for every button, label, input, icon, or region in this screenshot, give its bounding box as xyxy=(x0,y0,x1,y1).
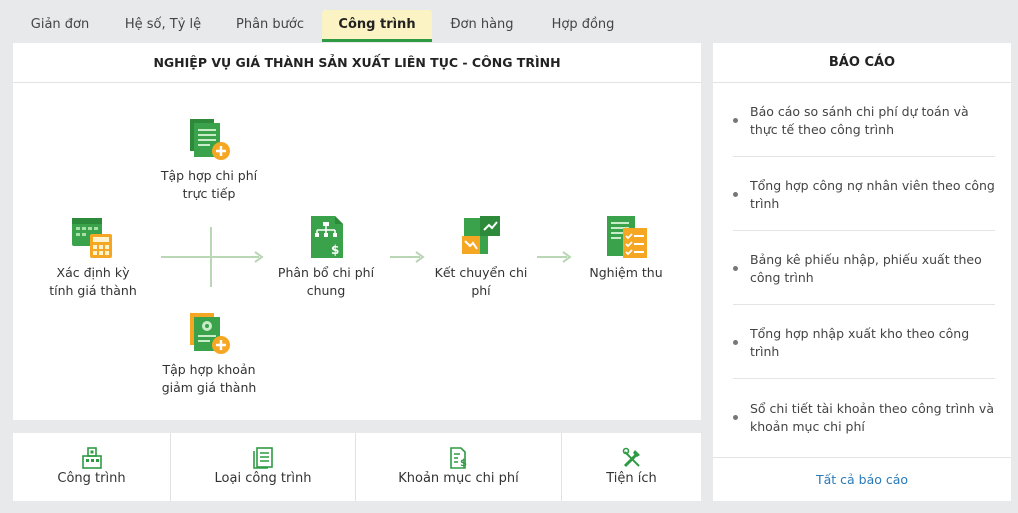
tab-phan-buoc[interactable]: Phân bước xyxy=(224,10,316,40)
divider xyxy=(733,304,995,305)
report-label: Tổng hợp công nợ nhân viên theo công trì… xyxy=(750,178,995,211)
tab-don-hang[interactable]: Đơn hàng xyxy=(440,10,524,40)
report-link[interactable]: Tổng hợp công nợ nhân viên theo công trì… xyxy=(733,177,995,213)
node-phan-bo-chi-phi[interactable]: $ Phân bổ chi phí chung xyxy=(276,214,376,300)
shortcut-label: Tiện ích xyxy=(606,471,657,486)
bullet xyxy=(733,340,738,345)
tools-icon xyxy=(622,447,640,468)
node-label: Kết chuyển chi phí xyxy=(434,265,528,298)
divider xyxy=(733,230,995,231)
process-flow-panel: NGHIỆP VỤ GIÁ THÀNH SẢN XUẤT LIÊN TỤC - … xyxy=(13,43,701,420)
calendar-calculator-icon xyxy=(72,218,112,258)
allocation-dollar-icon: $ xyxy=(311,216,343,258)
report-title: BÁO CÁO xyxy=(713,43,1011,83)
document-list-icon xyxy=(253,447,273,469)
svg-text:$: $ xyxy=(331,243,339,257)
node-xac-dinh-ky[interactable]: Xác định kỳ tính giá thành xyxy=(43,214,143,300)
building-icon xyxy=(81,447,102,469)
arrow-right-icon xyxy=(254,251,264,263)
all-reports-link[interactable]: Tất cả báo cáo xyxy=(713,457,1011,502)
node-label: Tập hợp khoản giảm giá thành xyxy=(161,362,257,395)
connector xyxy=(210,227,212,287)
node-label: Tập hợp chi phí trực tiếp xyxy=(160,168,258,201)
checklist-icon xyxy=(607,216,647,258)
tab-bar: Giản đơn Hệ số, Tỷ lệ Phân bước Công trì… xyxy=(0,0,1018,42)
shortcut-bar: Công trình Loại công trình $ Khoản mục c… xyxy=(13,433,701,501)
flow-title: NGHIỆP VỤ GIÁ THÀNH SẢN XUẤT LIÊN TỤC - … xyxy=(13,43,701,83)
arrow-right-icon xyxy=(415,251,425,263)
tab-hop-dong[interactable]: Hợp đồng xyxy=(538,10,628,40)
tab-gian-don[interactable]: Giản đơn xyxy=(18,10,102,40)
divider xyxy=(733,156,995,157)
node-nghiem-thu[interactable]: Nghiệm thu xyxy=(576,214,676,282)
report-label: Sổ chi tiết tài khoản theo công trình và… xyxy=(750,401,994,434)
documents-add-icon xyxy=(190,119,230,160)
node-label: Xác định kỳ tính giá thành xyxy=(49,265,137,298)
bullet xyxy=(733,118,738,123)
node-tap-hop-chi-phi[interactable]: Tập hợp chi phí trực tiếp xyxy=(159,117,259,203)
report-panel: BÁO CÁO Báo cáo so sánh chi phí dự toán … xyxy=(713,43,1011,501)
shortcut-cong-trinh[interactable]: Công trình xyxy=(13,433,170,501)
tab-cong-trinh[interactable]: Công trình xyxy=(322,10,432,42)
report-label: Bảng kê phiếu nhập, phiếu xuất theo công… xyxy=(750,252,982,285)
shortcut-label: Khoản mục chi phí xyxy=(398,471,519,486)
report-label: Tổng hợp nhập xuất kho theo công trình xyxy=(750,326,970,359)
shortcut-label: Loại công trình xyxy=(214,471,312,486)
bullet xyxy=(733,415,738,420)
cost-document-icon: $ xyxy=(449,447,467,469)
shortcut-label: Công trình xyxy=(57,471,126,486)
bullet xyxy=(733,192,738,197)
shortcut-loai-cong-trinh[interactable]: Loại công trình xyxy=(171,433,355,501)
report-link[interactable]: Sổ chi tiết tài khoản theo công trình và… xyxy=(733,400,995,436)
shortcut-tien-ich[interactable]: Tiện ích xyxy=(562,433,701,501)
shortcut-khoan-muc-chi-phi[interactable]: $ Khoản mục chi phí xyxy=(356,433,561,501)
node-tap-hop-khoan-giam[interactable]: Tập hợp khoản giảm giá thành xyxy=(159,311,259,397)
node-label: Nghiệm thu xyxy=(589,265,663,280)
report-link[interactable]: Tổng hợp nhập xuất kho theo công trình xyxy=(733,325,995,361)
bullet xyxy=(733,266,738,271)
tab-he-so-ty-le[interactable]: Hệ số, Tỷ lệ xyxy=(114,10,212,40)
arrow-right-icon xyxy=(562,251,572,263)
report-link[interactable]: Bảng kê phiếu nhập, phiếu xuất theo công… xyxy=(733,251,995,287)
divider xyxy=(733,378,995,379)
node-label: Phân bổ chi phí chung xyxy=(277,265,375,298)
report-link[interactable]: Báo cáo so sánh chi phí dự toán và thực … xyxy=(733,103,995,139)
report-label: Báo cáo so sánh chi phí dự toán và thực … xyxy=(750,104,969,137)
node-ket-chuyen-chi-phi[interactable]: Kết chuyển chi phí xyxy=(431,214,531,300)
svg-text:$: $ xyxy=(460,458,467,469)
documents-settings-icon xyxy=(190,313,230,354)
transfer-charts-icon xyxy=(462,216,500,254)
